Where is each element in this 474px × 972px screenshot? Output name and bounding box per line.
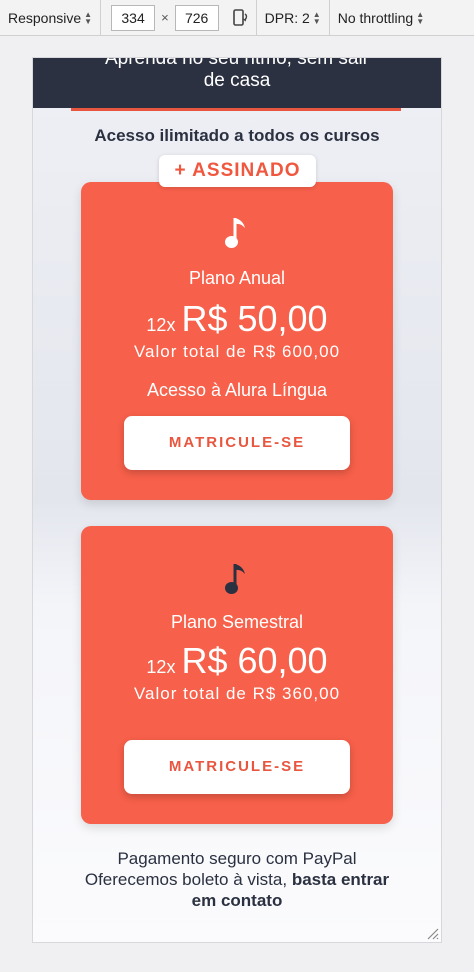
resize-handle-icon[interactable] xyxy=(425,926,439,940)
price-row: 12x R$ 60,00 xyxy=(81,640,393,682)
payment-line: Pagamento seguro com PayPal xyxy=(117,849,357,868)
hero-accent-bar xyxy=(71,108,401,111)
hero-title-line1: Aprenda no seu ritmo, sem sair xyxy=(104,57,369,69)
plus-badge: + ASSINADO xyxy=(159,155,316,187)
dropdown-arrows-icon: ▲ ▼ xyxy=(416,9,425,26)
dropdown-arrows-icon: ▲ ▼ xyxy=(312,9,321,26)
enroll-button[interactable]: MATRICULE-SE xyxy=(124,416,350,470)
device-select-label: Responsive xyxy=(8,9,82,26)
music-note-icon xyxy=(225,218,245,248)
rotate-device-icon xyxy=(233,8,248,26)
dropdown-arrows-icon: ▲ ▼ xyxy=(84,9,93,26)
plan-card-anual: Plano Anual 12x R$ 50,00 Valor total de R… xyxy=(81,182,393,500)
music-note-icon xyxy=(225,564,245,594)
device-viewport: Aprenda no seu ritmo, sem sair de casa A… xyxy=(32,57,442,943)
throttling-select[interactable]: No throttling ▲ ▼ xyxy=(330,0,432,36)
price-value: R$ 60,00 xyxy=(181,640,328,681)
payment-info: Pagamento seguro com PayPal Oferecemos b… xyxy=(33,848,441,911)
dimension-separator: × xyxy=(161,10,169,25)
plan-card-semestral: Plano Semestral 12x R$ 60,00 Valor total … xyxy=(81,526,393,824)
price-value: R$ 50,00 xyxy=(181,298,328,339)
plan-name: Plano Anual xyxy=(188,268,286,288)
rotate-button[interactable] xyxy=(225,0,257,36)
total-value: Valor total de R$ 600,00 xyxy=(133,342,341,361)
width-input[interactable]: 334 xyxy=(111,4,156,31)
boleto-line: Oferecemos boleto à vista, basta entrar xyxy=(33,869,441,890)
dpr-select-label: DPR: 2 xyxy=(264,9,310,26)
boleto-text: Oferecemos boleto à vista, xyxy=(84,870,288,889)
section-headline: Acesso ilimitado a todos os cursos xyxy=(94,126,380,145)
installments-label: 12x xyxy=(146,315,176,335)
dpr-select[interactable]: DPR: 2 ▲ ▼ xyxy=(257,0,330,36)
device-select[interactable]: Responsive ▲ ▼ xyxy=(0,0,102,36)
installments-label: 12x xyxy=(146,657,176,677)
hero-title-line2: de casa xyxy=(203,70,271,91)
contact-line: em contato xyxy=(33,890,441,911)
plan-name: Plano Semestral xyxy=(170,612,304,632)
devtools-toolbar: Responsive ▲ ▼ 334 × 726 DPR: 2 ▲ ▼ No thr… xyxy=(0,0,474,36)
dimensions-group: 334 × 726 xyxy=(101,4,219,31)
plan-benefit: Acesso à Alura Língua xyxy=(146,380,328,400)
enroll-button[interactable]: MATRICULE-SE xyxy=(124,740,350,794)
total-value: Valor total de R$ 360,00 xyxy=(133,684,341,703)
contact-link-end[interactable]: em contato xyxy=(192,891,283,910)
contact-link[interactable]: basta entrar xyxy=(292,870,389,889)
price-row: 12x R$ 50,00 xyxy=(81,298,393,340)
height-input[interactable]: 726 xyxy=(174,4,219,31)
throttling-select-label: No throttling xyxy=(337,9,414,26)
hero-banner: Aprenda no seu ritmo, sem sair de casa xyxy=(33,58,441,108)
